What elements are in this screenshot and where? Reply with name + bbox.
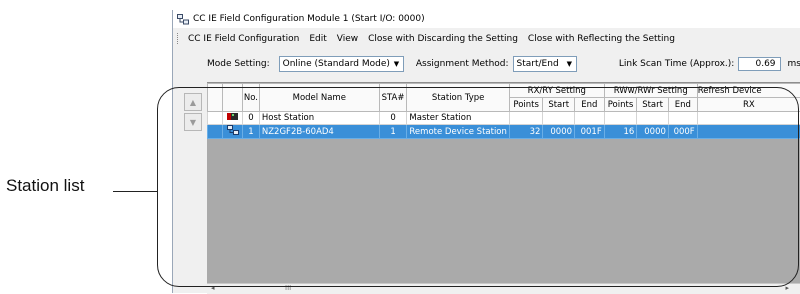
arrow-down-icon: ▼ bbox=[190, 118, 196, 127]
cell-rx-end: 001F bbox=[575, 125, 605, 139]
mode-setting-label: Mode Setting: bbox=[207, 59, 270, 69]
header-rw-end[interactable]: End bbox=[668, 98, 697, 112]
cell-rw-points: 16 bbox=[604, 125, 637, 139]
cell-rx-start: 0000 bbox=[543, 125, 575, 139]
menu-close-discard[interactable]: Close with Discarding the Setting bbox=[363, 34, 523, 44]
station-list-table[interactable]: No. Model Name STA# Station Type RX/RY S… bbox=[207, 82, 800, 284]
station-list-area: ▲ ▼ No. Mo bbox=[173, 82, 800, 293]
header-sta[interactable]: STA# bbox=[379, 84, 407, 112]
mode-setting-select[interactable]: Online (Standard Mode) ▼ bbox=[279, 56, 404, 72]
header-select[interactable] bbox=[208, 84, 223, 112]
row-selector[interactable] bbox=[208, 125, 223, 139]
header-icon[interactable] bbox=[223, 84, 243, 112]
cell-rx-end bbox=[575, 112, 605, 125]
header-refresh-rx[interactable]: RX bbox=[697, 98, 800, 112]
remote-device-icon bbox=[223, 125, 243, 139]
link-scan-time-label: Link Scan Time (Approx.): bbox=[619, 59, 734, 69]
cell-station-type: Remote Device Station bbox=[407, 125, 510, 139]
menu-grip bbox=[177, 33, 180, 44]
chevron-down-icon[interactable]: ▼ bbox=[390, 57, 403, 71]
cell-rw-start bbox=[637, 112, 669, 125]
cell-no: 1 bbox=[243, 125, 260, 139]
chevron-down-icon[interactable]: ▼ bbox=[563, 57, 576, 71]
cell-model-name: NZ2GF2B-60AD4 bbox=[259, 125, 379, 139]
menu-cc-ie-field-configuration[interactable]: CC IE Field Configuration bbox=[183, 34, 304, 44]
cell-rx-points: 32 bbox=[509, 125, 542, 139]
header-refresh-device[interactable]: Refresh Device bbox=[697, 84, 800, 98]
menu-bar: CC IE Field Configuration Edit View Clos… bbox=[173, 30, 800, 47]
title-bar: CC IE Field Configuration Module 1 (Star… bbox=[173, 10, 800, 28]
cell-model-name: Host Station bbox=[259, 112, 379, 125]
cell-refresh-rx bbox=[697, 125, 800, 139]
cell-rw-points bbox=[604, 112, 637, 125]
arrow-up-icon: ▲ bbox=[190, 98, 196, 107]
app-icon bbox=[177, 14, 189, 25]
move-down-button[interactable]: ▼ bbox=[184, 113, 202, 131]
header-rx-points[interactable]: Points bbox=[509, 98, 542, 112]
cell-rw-start: 0000 bbox=[637, 125, 669, 139]
cell-sta: 1 bbox=[379, 125, 407, 139]
cell-no: 0 bbox=[243, 112, 260, 125]
cell-rw-end bbox=[668, 112, 697, 125]
assignment-method-select[interactable]: Start/End ▼ bbox=[513, 56, 577, 72]
callout-leader-line bbox=[113, 191, 158, 192]
station-list-callout-label: Station list bbox=[6, 176, 84, 196]
header-rw-start[interactable]: Start bbox=[637, 98, 669, 112]
header-rx-start[interactable]: Start bbox=[543, 98, 575, 112]
scroll-right-icon[interactable]: ▸ bbox=[785, 284, 789, 292]
link-scan-time-value: 0.69 bbox=[755, 59, 775, 69]
header-no[interactable]: No. bbox=[243, 84, 260, 112]
header-rxry-setting[interactable]: RX/RY Setting bbox=[509, 84, 604, 98]
move-up-button[interactable]: ▲ bbox=[184, 93, 202, 111]
header-model-name[interactable]: Model Name bbox=[259, 84, 379, 112]
master-station-icon bbox=[223, 112, 243, 125]
header-rx-end[interactable]: End bbox=[575, 98, 605, 112]
assignment-method-label: Assignment Method: bbox=[416, 59, 509, 69]
horizontal-scrollbar[interactable]: ◂ III ▸ bbox=[207, 283, 800, 294]
row-selector[interactable] bbox=[208, 112, 223, 125]
header-rwwrwr-setting[interactable]: RWw/RWr Setting bbox=[604, 84, 697, 98]
cell-rw-end: 000F bbox=[668, 125, 697, 139]
row-move-panel: ▲ ▼ bbox=[173, 82, 207, 293]
window-title: CC IE Field Configuration Module 1 (Star… bbox=[193, 14, 425, 24]
scroll-thumb-grip[interactable]: III bbox=[285, 284, 291, 292]
link-scan-time-field: 0.69 bbox=[738, 57, 780, 71]
menu-close-reflect[interactable]: Close with Reflecting the Setting bbox=[523, 34, 680, 44]
header-station-type[interactable]: Station Type bbox=[407, 84, 510, 112]
menu-view[interactable]: View bbox=[332, 34, 363, 44]
table-row[interactable]: 1 NZ2GF2B-60AD4 1 Remote Device Station … bbox=[208, 125, 800, 139]
mode-setting-value: Online (Standard Mode) bbox=[280, 59, 390, 69]
cell-rx-points bbox=[509, 112, 542, 125]
header-rw-points[interactable]: Points bbox=[604, 98, 637, 112]
link-scan-time-unit: ms bbox=[788, 59, 800, 69]
menu-edit[interactable]: Edit bbox=[304, 34, 331, 44]
cell-rx-start bbox=[543, 112, 575, 125]
configuration-window: CC IE Field Configuration Module 1 (Star… bbox=[172, 10, 800, 293]
cell-refresh-rx bbox=[697, 112, 800, 125]
mode-toolbar: Mode Setting: Online (Standard Mode) ▼ A… bbox=[173, 54, 800, 74]
table-row[interactable]: 0 Host Station 0 Master Station bbox=[208, 112, 800, 125]
assignment-method-value: Start/End bbox=[514, 59, 563, 69]
cell-station-type: Master Station bbox=[407, 112, 510, 125]
cell-sta: 0 bbox=[379, 112, 407, 125]
scroll-left-icon[interactable]: ◂ bbox=[211, 284, 215, 292]
